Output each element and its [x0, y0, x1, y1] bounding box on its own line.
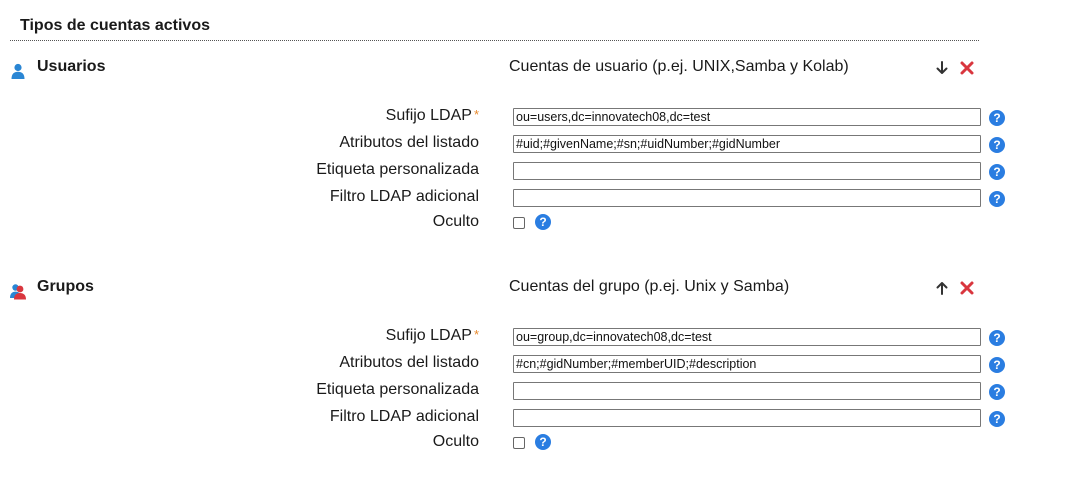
help-icon[interactable]: ?: [989, 357, 1005, 373]
ldap-suffix-label: Sufijo LDAP: [385, 327, 472, 344]
help-icon[interactable]: ?: [989, 137, 1005, 153]
user-icon: [11, 63, 25, 79]
additional-filter-label: Filtro LDAP adicional: [329, 188, 479, 205]
field-label: Sufijo LDAP *: [386, 107, 479, 125]
help-icon[interactable]: ?: [989, 164, 1005, 180]
custom-label-input[interactable]: [513, 382, 981, 400]
field-row-hidden: Oculto ?: [0, 431, 1067, 457]
field-row-custom-label: Etiqueta personalizada ?: [0, 379, 1067, 405]
required-mark: *: [473, 327, 479, 342]
help-icon[interactable]: ?: [989, 191, 1005, 207]
custom-label-input[interactable]: [513, 162, 981, 180]
hidden-label: Oculto: [432, 433, 479, 450]
field-row-list-attributes: Atributos del listado ?: [0, 132, 1067, 158]
field-label: Sufijo LDAP *: [386, 327, 479, 345]
additional-filter-input[interactable]: [513, 189, 981, 207]
ldap-suffix-label: Sufijo LDAP: [385, 107, 472, 124]
list-attributes-label: Atributos del listado: [339, 134, 479, 151]
help-icon[interactable]: ?: [535, 434, 551, 450]
help-icon[interactable]: ?: [535, 214, 551, 230]
account-type-groups: Grupos Cuentas del grupo (p.ej. Unix y S…: [0, 278, 1067, 480]
field-row-hidden: Oculto ?: [0, 211, 1067, 237]
account-types-page: Tipos de cuentas activos Usuarios Cuenta…: [0, 0, 1067, 480]
field-row-additional-filter: Filtro LDAP adicional ?: [0, 186, 1067, 212]
additional-filter-input[interactable]: [513, 409, 981, 427]
additional-filter-label: Filtro LDAP adicional: [329, 408, 479, 425]
section-divider: [10, 40, 979, 41]
ldap-suffix-input[interactable]: [513, 108, 981, 126]
ldap-suffix-input[interactable]: [513, 328, 981, 346]
hidden-label: Oculto: [432, 213, 479, 230]
field-row-ldap-suffix: Sufijo LDAP* ?: [0, 105, 1067, 131]
account-type-users: Usuarios Cuentas de usuario (p.ej. UNIX,…: [0, 58, 1067, 268]
field-row-custom-label: Etiqueta personalizada ?: [0, 159, 1067, 185]
help-icon[interactable]: ?: [989, 330, 1005, 346]
account-type-description: Cuentas de usuario (p.ej. UNIX,Samba y K…: [509, 58, 849, 75]
field-row-additional-filter: Filtro LDAP adicional ?: [0, 406, 1067, 432]
custom-label-label: Etiqueta personalizada: [316, 381, 479, 398]
custom-label-label: Etiqueta personalizada: [316, 161, 479, 178]
list-attributes-input[interactable]: [513, 355, 981, 373]
account-type-name: Usuarios: [37, 58, 106, 75]
group-icon: [10, 284, 26, 300]
arrow-up-icon[interactable]: [933, 279, 951, 297]
field-row-ldap-suffix: Sufijo LDAP* ?: [0, 325, 1067, 351]
delete-icon[interactable]: [958, 59, 976, 77]
help-icon[interactable]: ?: [989, 411, 1005, 427]
hidden-checkbox[interactable]: [513, 437, 525, 449]
account-type-name: Grupos: [37, 278, 94, 295]
field-row-list-attributes: Atributos del listado ?: [0, 352, 1067, 378]
hidden-checkbox[interactable]: [513, 217, 525, 229]
list-attributes-input[interactable]: [513, 135, 981, 153]
help-icon[interactable]: ?: [989, 110, 1005, 126]
list-attributes-label: Atributos del listado: [339, 354, 479, 371]
delete-icon[interactable]: [958, 279, 976, 297]
help-icon[interactable]: ?: [989, 384, 1005, 400]
account-type-description: Cuentas del grupo (p.ej. Unix y Samba): [509, 278, 790, 295]
section-title: Tipos de cuentas activos: [20, 17, 210, 34]
arrow-down-icon[interactable]: [933, 59, 951, 77]
required-mark: *: [473, 107, 479, 122]
